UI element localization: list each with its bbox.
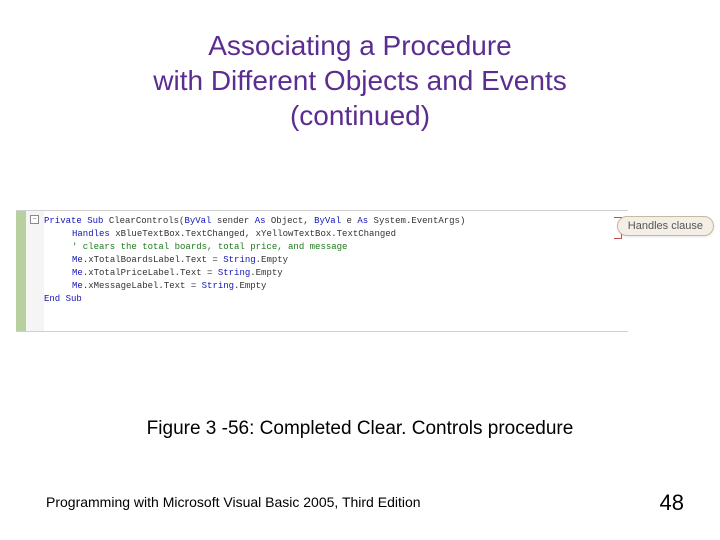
code-body: Private Sub ClearControls(ByVal sender A… bbox=[44, 211, 628, 331]
code-line-4: Me.xTotalBoardsLabel.Text = String.Empty bbox=[44, 254, 626, 267]
code-line-5: Me.xTotalPriceLabel.Text = String.Empty bbox=[44, 267, 626, 280]
title-line-2: with Different Objects and Events bbox=[153, 65, 566, 96]
code-margin: − bbox=[26, 211, 44, 331]
code-gutter bbox=[16, 211, 26, 331]
page-number: 48 bbox=[660, 490, 684, 516]
footer-text: Programming with Microsoft Visual Basic … bbox=[46, 494, 421, 510]
figure-caption: Figure 3 -56: Completed Clear. Controls … bbox=[0, 418, 720, 440]
code-screenshot: − Private Sub ClearControls(ByVal sender… bbox=[16, 210, 628, 332]
code-line-3-comment: ' clears the total boards, total price, … bbox=[44, 241, 626, 254]
title-line-3: (continued) bbox=[290, 100, 430, 131]
code-line-1: Private Sub ClearControls(ByVal sender A… bbox=[44, 215, 626, 228]
slide-title: Associating a Procedure with Different O… bbox=[0, 0, 720, 133]
title-line-1: Associating a Procedure bbox=[208, 30, 512, 61]
code-line-6: Me.xMessageLabel.Text = String.Empty bbox=[44, 280, 626, 293]
code-line-2: Handles xBlueTextBox.TextChanged, xYello… bbox=[44, 228, 626, 241]
code-line-end: End Sub bbox=[44, 293, 626, 306]
annotation-bubble: Handles clause bbox=[617, 216, 714, 236]
collapse-icon: − bbox=[30, 215, 39, 224]
slide: Associating a Procedure with Different O… bbox=[0, 0, 720, 540]
